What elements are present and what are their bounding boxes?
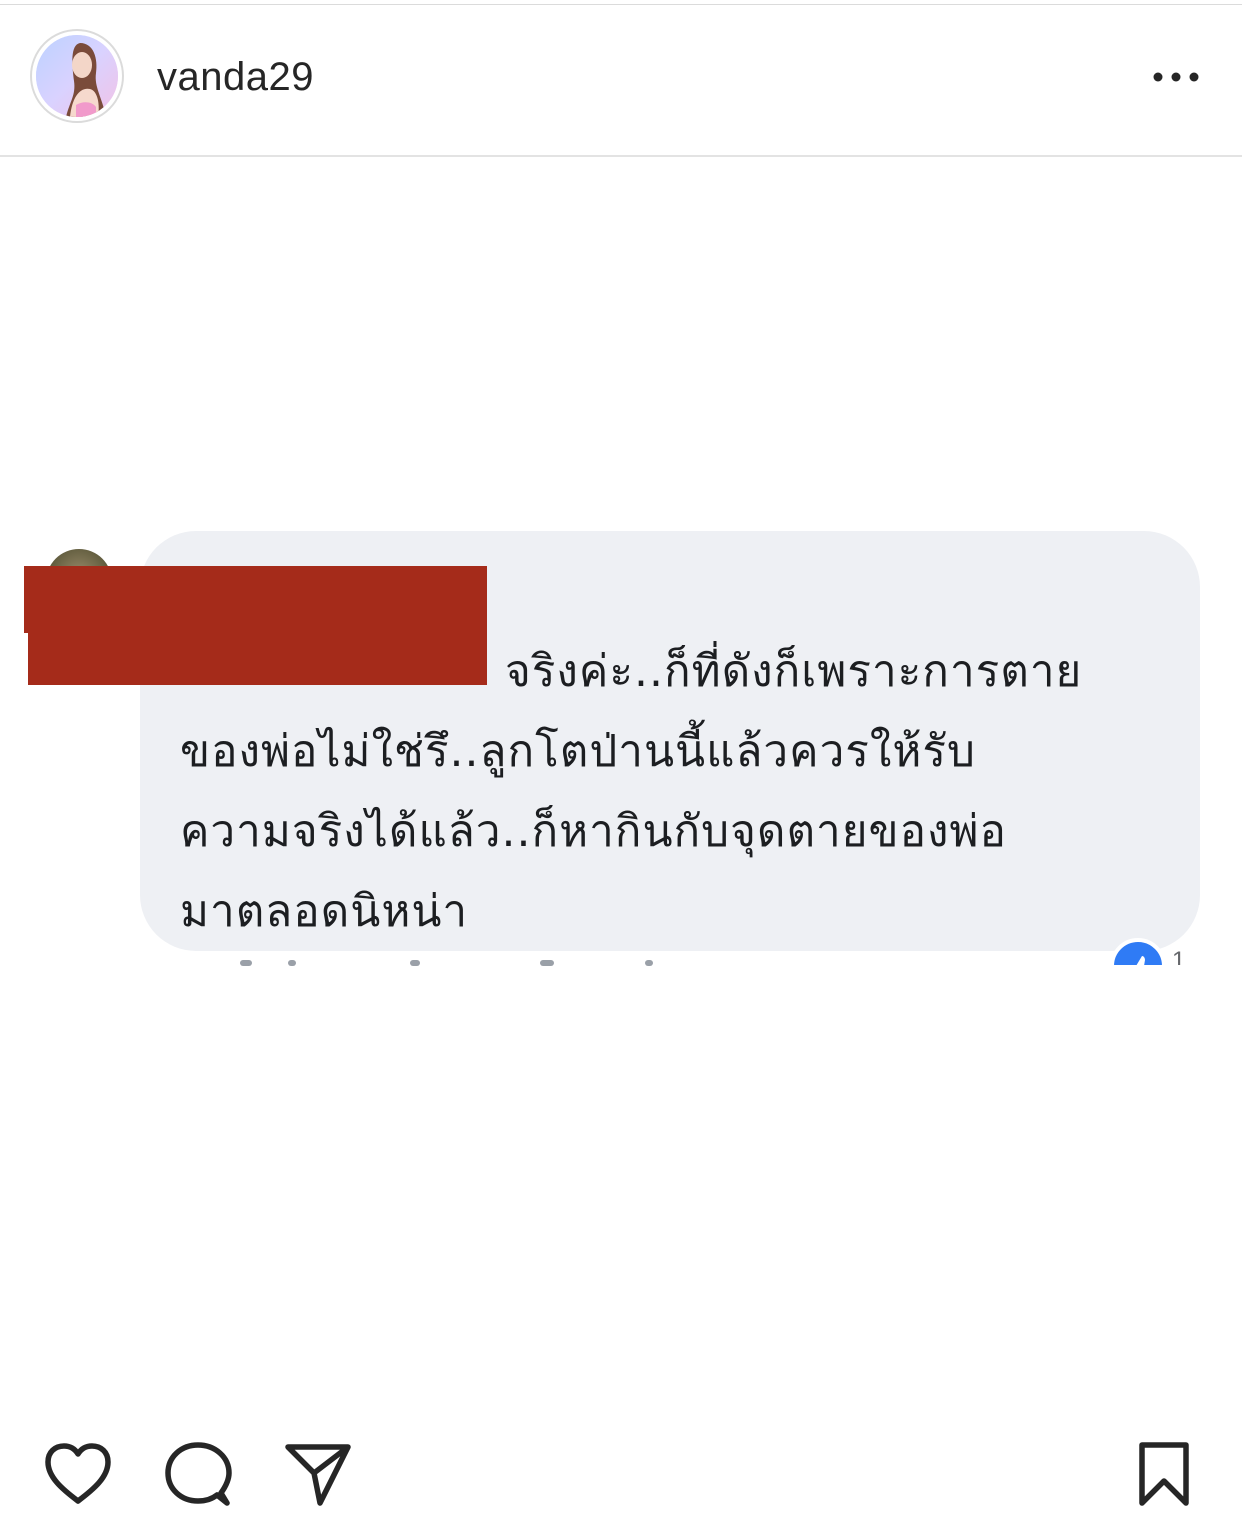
avatar[interactable] — [36, 35, 118, 117]
send-icon — [285, 1444, 351, 1506]
comment-button[interactable] — [160, 1436, 236, 1512]
instagram-post-screen: vanda29 จริงค่ะ..ก็ที่ดังก็เพราะการตาย ข… — [0, 0, 1242, 1530]
heart-icon — [45, 1443, 111, 1504]
avatar-photo — [36, 35, 118, 117]
image-whitespace — [0, 965, 1242, 1402]
comment-line-4: มาตลอดนิหน่า — [180, 886, 469, 937]
like-button[interactable] — [40, 1436, 116, 1512]
bookmark-icon — [1139, 1442, 1189, 1506]
profile-avatar-ring[interactable] — [30, 29, 124, 123]
username[interactable]: vanda29 — [157, 55, 314, 100]
comment-line-3: ความจริงได้แล้ว..ก็หากินกับจุดตายของพ่อ — [180, 806, 1007, 857]
redaction-edge — [24, 633, 28, 685]
save-button[interactable] — [1126, 1436, 1202, 1512]
cut-off-text-row — [240, 960, 740, 968]
more-horizontal-icon — [1153, 72, 1199, 82]
post-header: vanda29 — [0, 5, 1242, 155]
more-options-button[interactable] — [1148, 57, 1204, 97]
share-button[interactable] — [280, 1436, 356, 1512]
name-redaction-box — [24, 566, 487, 685]
comment-line-2: ของพ่อไม่ใช่รึ..ลูกโตป่านนี้แล้วควรให้รั… — [180, 726, 976, 777]
comment-icon — [165, 1442, 232, 1506]
post-image[interactable]: จริงค่ะ..ก็ที่ดังก็เพราะการตาย ของพ่อไม่… — [0, 157, 1242, 1402]
post-action-bar — [0, 1402, 1242, 1530]
